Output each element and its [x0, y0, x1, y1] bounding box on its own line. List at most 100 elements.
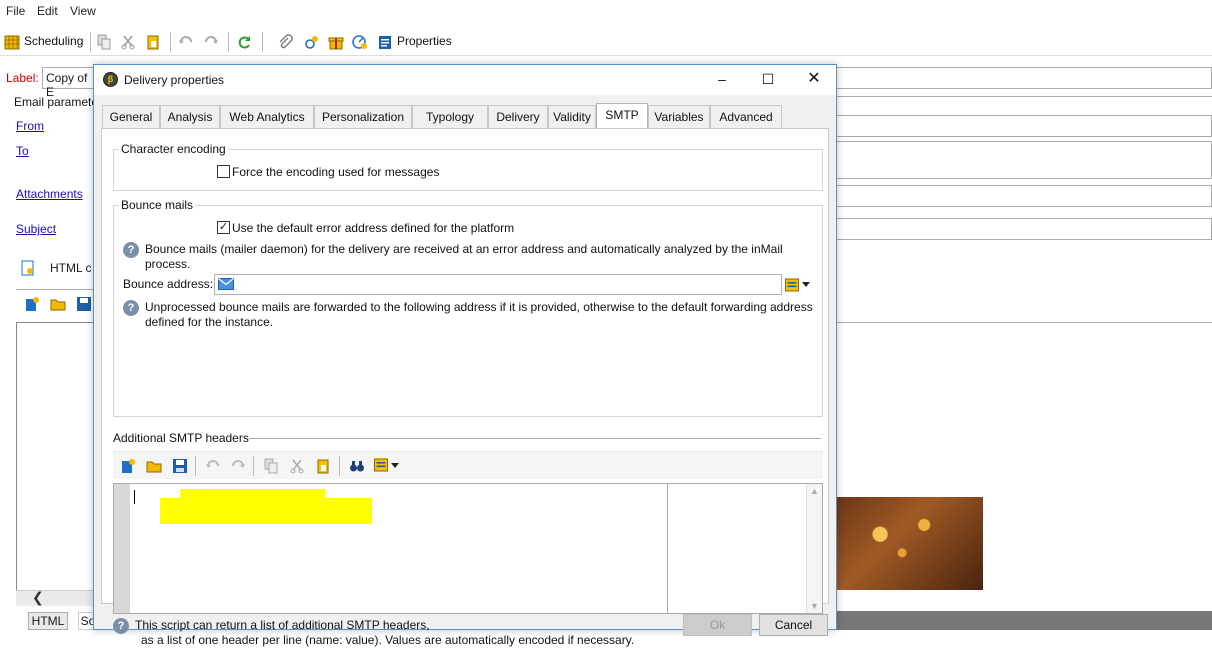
help-icon: ? [123, 242, 139, 258]
toolbar-separator [262, 32, 263, 52]
new-icon[interactable] [120, 458, 136, 474]
subject-link[interactable]: Subject [16, 222, 56, 236]
scheduling-button[interactable]: Scheduling [24, 34, 83, 48]
subject-field[interactable] [836, 218, 1212, 240]
toolbar-separator [90, 32, 91, 52]
tab-variables[interactable]: Variables [648, 105, 710, 128]
to-link[interactable]: To [16, 144, 29, 158]
bounce-address-label: Bounce address: [123, 277, 214, 291]
tab-personalization[interactable]: Personalization [314, 105, 412, 128]
label-caption: Label: [6, 71, 39, 85]
smtp-headers-editor[interactable]: ▲ ▼ [113, 483, 823, 614]
dropdown-arrow-icon[interactable] [391, 463, 399, 469]
new-icon[interactable] [24, 296, 40, 312]
scroll-down-icon[interactable]: ▼ [810, 601, 819, 611]
calendar-icon[interactable] [4, 34, 20, 50]
menu-view[interactable]: View [70, 4, 96, 18]
tab-web-analytics[interactable]: Web Analytics [220, 105, 314, 128]
toolbar-separator [339, 456, 340, 476]
attachments-link[interactable]: Attachments [16, 187, 83, 201]
bounce-address-input[interactable] [214, 274, 782, 295]
to-field[interactable] [836, 141, 1212, 179]
vertical-scrollbar[interactable]: ▲ ▼ [806, 484, 822, 613]
save-icon[interactable] [172, 458, 188, 474]
editor-gutter [114, 484, 130, 613]
horizontal-scrollbar[interactable]: ❮ [16, 589, 96, 606]
headers-toolbar [113, 451, 823, 479]
label-input-extension[interactable] [836, 67, 1212, 89]
smtp-headers-title: Additional SMTP headers [113, 431, 249, 445]
refresh-icon[interactable] [236, 34, 252, 50]
dropdown-arrow-icon[interactable] [802, 282, 810, 288]
toolbar-separator [170, 32, 171, 52]
cancel-button[interactable]: Cancel [759, 614, 828, 636]
attachments-field[interactable] [836, 185, 1212, 207]
html-content-heading: HTML c [50, 261, 92, 275]
find-binoculars-icon[interactable] [349, 458, 365, 474]
tab-smtp[interactable]: SMTP [596, 103, 648, 128]
tab-typology[interactable]: Typology [412, 105, 488, 128]
divider [836, 322, 1212, 323]
tab-advanced[interactable]: Advanced [710, 105, 782, 128]
menu-edit[interactable]: Edit [37, 4, 58, 18]
redo-icon[interactable] [203, 34, 219, 50]
save-icon[interactable] [76, 296, 92, 312]
undo-icon[interactable] [205, 458, 221, 474]
dialog-titlebar: β Delivery properties – ☐ ✕ [94, 65, 836, 95]
open-folder-icon[interactable] [50, 296, 66, 312]
main-toolbar: Scheduling Properties [0, 28, 1212, 56]
open-folder-icon[interactable] [146, 458, 162, 474]
divider [16, 289, 96, 290]
cut-icon[interactable] [120, 34, 136, 50]
from-field[interactable] [836, 115, 1212, 137]
tab-analysis[interactable]: Analysis [160, 105, 220, 128]
close-icon[interactable]: ✕ [806, 71, 822, 87]
app-logo-icon: β [103, 72, 118, 87]
link-icon[interactable] [304, 34, 320, 50]
tab-general[interactable]: General [102, 105, 160, 128]
properties-icon[interactable] [377, 34, 393, 50]
address-book-icon[interactable] [785, 278, 799, 292]
help-icon: ? [113, 618, 129, 634]
ok-button[interactable]: Ok [683, 614, 752, 636]
tab-html[interactable]: HTML [28, 612, 68, 630]
text-cursor [134, 490, 135, 504]
redo-icon[interactable] [230, 458, 246, 474]
menu-bar: File Edit View [0, 0, 1212, 22]
copy-icon[interactable] [96, 34, 112, 50]
smtp-tab-panel: Character encoding Force the encoding us… [101, 128, 829, 647]
html-doc-icon [21, 260, 34, 276]
scroll-left-icon[interactable]: ❮ [32, 589, 44, 606]
menu-file[interactable]: File [6, 4, 25, 18]
use-default-address-checkbox[interactable]: ✓ [217, 221, 230, 234]
minimize-icon[interactable]: – [714, 71, 730, 87]
tracking-icon[interactable] [352, 34, 368, 50]
gift-icon[interactable] [328, 34, 344, 50]
paste-icon[interactable] [145, 34, 161, 50]
content-tabs: HTML So [16, 612, 98, 630]
scroll-up-icon[interactable]: ▲ [810, 486, 819, 496]
delivery-properties-dialog: β Delivery properties – ☐ ✕ General Anal… [93, 64, 837, 647]
maximize-icon[interactable]: ☐ [760, 71, 776, 87]
undo-icon[interactable] [178, 34, 194, 50]
envelope-icon [218, 278, 234, 290]
cut-icon[interactable] [289, 458, 305, 474]
insert-field-icon[interactable] [374, 458, 390, 474]
html-editor-area[interactable] [16, 322, 96, 592]
force-encoding-checkbox[interactable] [217, 165, 230, 178]
editor-divider [667, 484, 668, 613]
tab-delivery[interactable]: Delivery [488, 105, 548, 128]
paste-icon[interactable] [315, 458, 331, 474]
section-divider [249, 438, 821, 439]
properties-button[interactable]: Properties [397, 34, 452, 48]
tab-validity[interactable]: Validity [548, 105, 596, 128]
copy-icon[interactable] [263, 458, 279, 474]
status-strip [836, 611, 1212, 630]
bounce-mails-title: Bounce mails [119, 198, 196, 212]
from-link[interactable]: From [16, 119, 44, 133]
smtp-help-line2: as a list of one header per line (name: … [141, 633, 635, 647]
preview-image [836, 497, 983, 590]
redaction-mark [160, 498, 372, 524]
attachment-icon[interactable] [277, 34, 293, 50]
toolbar-separator [195, 456, 196, 476]
